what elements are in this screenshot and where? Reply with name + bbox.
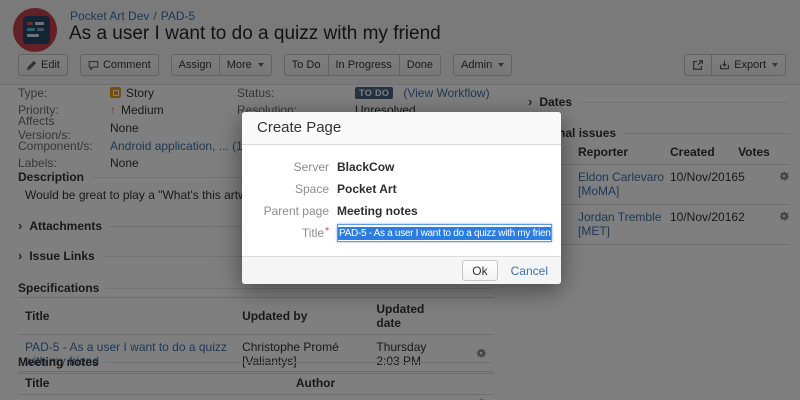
- space-label: Space: [242, 182, 337, 196]
- ok-button[interactable]: Ok: [462, 260, 497, 281]
- parent-page-label: Parent page: [242, 204, 337, 218]
- dialog-field-title: Title* PAD-5 - As a user I want to do a …: [242, 223, 561, 243]
- cancel-link[interactable]: Cancel: [511, 264, 548, 278]
- server-label: Server: [242, 160, 337, 174]
- space-value: Pocket Art: [337, 182, 397, 196]
- jira-issue-page: Pocket Art Dev/PAD-5 As a user I want to…: [0, 0, 800, 400]
- create-page-dialog: Create Page Server BlackCow Space Pocket…: [242, 112, 561, 284]
- page-title-input[interactable]: PAD-5 - As a user I want to do a quizz w…: [337, 224, 552, 242]
- title-field-label: Title*: [242, 226, 337, 240]
- dialog-field-space: Space Pocket Art: [242, 179, 561, 199]
- dialog-field-server: Server BlackCow: [242, 157, 561, 177]
- required-indicator: *: [325, 226, 329, 237]
- server-value: BlackCow: [337, 160, 394, 174]
- parent-page-value: Meeting notes: [337, 204, 418, 218]
- dialog-field-parent-page: Parent page Meeting notes: [242, 201, 561, 221]
- dialog-title: Create Page: [242, 112, 561, 145]
- selected-input-text: PAD-5 - As a user I want to do a quizz w…: [338, 227, 552, 240]
- dialog-footer: Ok Cancel: [242, 256, 561, 284]
